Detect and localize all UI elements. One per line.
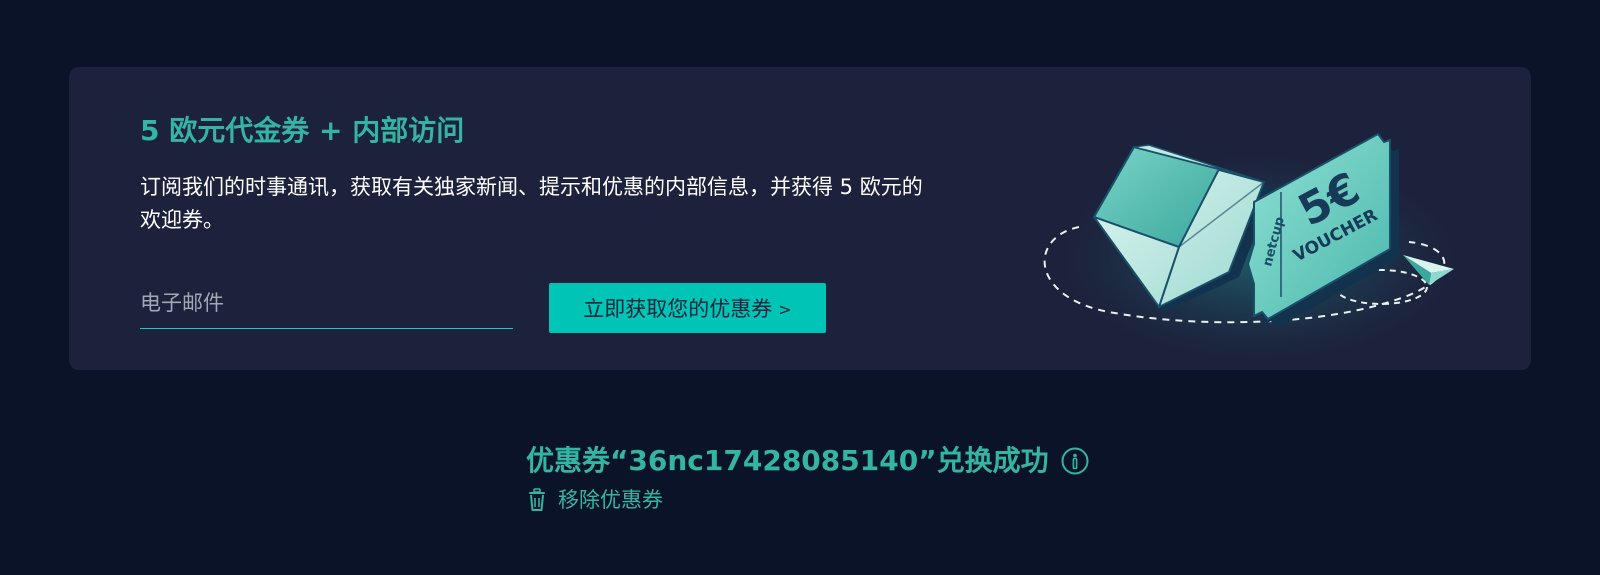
- get-voucher-button[interactable]: 立即获取您的优惠券 >: [549, 283, 826, 333]
- email-field-wrapper: [140, 280, 513, 329]
- remove-coupon-link[interactable]: 移除优惠券: [526, 486, 1226, 514]
- info-icon[interactable]: [1061, 447, 1089, 475]
- coupon-status: 优惠券“36nc17428085140”兑换成功 移除优惠券: [526, 441, 1226, 541]
- get-voucher-button-label: 立即获取您的优惠券: [583, 297, 773, 321]
- newsletter-promo-card: 5 欧元代金券 + 内部访问 订阅我们的时事通讯，获取有关独家新闻、提示和优惠的…: [69, 67, 1531, 370]
- chevron-right-icon: >: [778, 299, 792, 319]
- voucher-illustration: netcup 5€ VOUCHER: [1043, 132, 1469, 357]
- promo-description: 订阅我们的时事通讯，获取有关独家新闻、提示和优惠的内部信息，并获得 5 欧元的欢…: [140, 175, 923, 232]
- promo-title: 5 欧元代金券 + 内部访问: [140, 114, 465, 147]
- coupon-status-line: 优惠券“36nc17428085140”兑换成功: [526, 441, 1226, 481]
- coupon-success-message: 优惠券“36nc17428085140”兑换成功: [526, 444, 1049, 477]
- page: 5 欧元代金券 + 内部访问 订阅我们的时事通讯，获取有关独家新闻、提示和优惠的…: [0, 0, 1600, 575]
- email-input[interactable]: [140, 280, 513, 326]
- remove-coupon-label: 移除优惠券: [558, 488, 663, 512]
- trash-icon: [529, 488, 545, 511]
